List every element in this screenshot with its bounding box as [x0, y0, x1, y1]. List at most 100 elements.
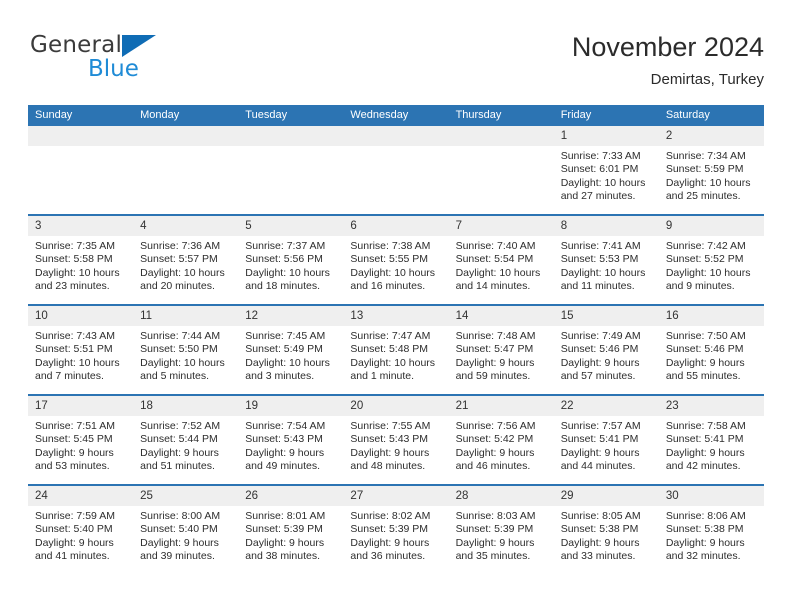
day-details: Sunrise: 8:05 AM Sunset: 5:38 PM Daylight:… — [554, 506, 659, 564]
sunrise-text: Sunrise: 7:42 AM — [665, 240, 746, 252]
calendar-day-cell[interactable]: 5 Sunrise: 7:37 AM Sunset: 5:56 PM Daylight… — [238, 214, 344, 305]
day-cell-inner — [133, 126, 239, 214]
calendar-day-cell[interactable]: 28 Sunrise: 8:03 AM Sunset: 5:39 PM Dayligh… — [448, 484, 554, 574]
day-number: 17 — [28, 396, 134, 416]
daylight-text: Daylight: 9 hours and 48 minutes. — [350, 446, 430, 473]
calendar-day-cell[interactable]: 25 Sunrise: 8:00 AM Sunset: 5:40 PM Dayligh… — [133, 484, 239, 574]
day-details: Sunrise: 7:38 AM Sunset: 5:55 PM Daylight:… — [343, 236, 448, 294]
day-details: Sunrise: 7:45 AM Sunset: 5:49 PM Daylight:… — [238, 326, 343, 384]
sunset-text: Sunset: 5:48 PM — [350, 343, 429, 356]
calendar-page: General Blue November 2024 Demirtas, Tur… — [0, 0, 792, 612]
day-number: 6 — [343, 216, 449, 236]
day-details: Sunrise: 7:50 AM Sunset: 5:46 PM Daylight:… — [659, 326, 764, 384]
sunrise-text: Sunrise: 8:02 AM — [350, 510, 431, 522]
sunset-text: Sunset: 5:41 PM — [665, 433, 744, 446]
calendar-day-cell[interactable]: 16 Sunrise: 7:50 AM Sunset: 5:46 PM Dayligh… — [658, 304, 764, 395]
day-number: 29 — [553, 486, 659, 506]
sunrise-text: Sunrise: 7:56 AM — [455, 420, 536, 432]
day-number: 13 — [343, 306, 449, 326]
day-details: Sunrise: 7:57 AM Sunset: 5:41 PM Daylight:… — [554, 416, 659, 474]
calendar-day-cell[interactable]: 19 Sunrise: 7:54 AM Sunset: 5:43 PM Dayligh… — [238, 394, 344, 485]
day-number: 9 — [658, 216, 764, 236]
calendar-day-cell[interactable]: 10 Sunrise: 7:43 AM Sunset: 5:51 PM Dayligh… — [28, 304, 134, 395]
calendar-day-cell[interactable]: 27 Sunrise: 8:02 AM Sunset: 5:39 PM Dayligh… — [343, 484, 449, 574]
day-number: 14 — [448, 306, 554, 326]
calendar-day-cell[interactable]: 8 Sunrise: 7:41 AM Sunset: 5:53 PM Daylight… — [553, 214, 659, 305]
sunrise-text: Sunrise: 7:52 AM — [140, 420, 221, 432]
calendar-day-cell[interactable]: 29 Sunrise: 8:05 AM Sunset: 5:38 PM Dayligh… — [553, 484, 659, 574]
day-number — [343, 126, 449, 146]
calendar-day-cell[interactable]: 18 Sunrise: 7:52 AM Sunset: 5:44 PM Dayligh… — [133, 394, 239, 485]
calendar-day-cell[interactable]: 26 Sunrise: 8:01 AM Sunset: 5:39 PM Dayligh… — [238, 484, 344, 574]
calendar-day-cell[interactable]: 24 Sunrise: 7:59 AM Sunset: 5:40 PM Dayligh… — [28, 484, 134, 574]
daylight-text: Daylight: 10 hours and 25 minutes. — [665, 176, 751, 203]
page-header: General Blue November 2024 Demirtas, Tur… — [28, 30, 764, 100]
weekday-header-tuesday: Tuesday — [238, 105, 344, 126]
day-cell-inner: 20 Sunrise: 7:55 AM Sunset: 5:43 PM Dayligh… — [343, 396, 449, 484]
daylight-text: Daylight: 9 hours and 41 minutes. — [35, 536, 114, 563]
sunset-text: Sunset: 5:47 PM — [455, 343, 534, 356]
day-cell-inner: 1 Sunrise: 7:33 AM Sunset: 6:01 PM Daylight… — [553, 126, 659, 214]
day-cell-inner: 2 Sunrise: 7:34 AM Sunset: 5:59 PM Daylight… — [658, 126, 764, 214]
calendar-day-cell[interactable]: 21 Sunrise: 7:56 AM Sunset: 5:42 PM Dayligh… — [448, 394, 554, 485]
daylight-text: Daylight: 10 hours and 3 minutes. — [245, 356, 330, 383]
day-cell-inner: 22 Sunrise: 7:57 AM Sunset: 5:41 PM Dayligh… — [553, 396, 659, 484]
calendar-day-cell[interactable]: 12 Sunrise: 7:45 AM Sunset: 5:49 PM Dayligh… — [238, 304, 344, 395]
day-number: 5 — [238, 216, 344, 236]
sunset-text: Sunset: 5:40 PM — [35, 523, 113, 536]
calendar-day-cell[interactable]: 1 Sunrise: 7:33 AM Sunset: 6:01 PM Daylight… — [553, 126, 659, 215]
brand-name-blue: Blue — [88, 56, 139, 82]
day-details: Sunrise: 7:49 AM Sunset: 5:46 PM Daylight:… — [554, 326, 659, 384]
day-cell-inner: 24 Sunrise: 7:59 AM Sunset: 5:40 PM Dayligh… — [28, 486, 134, 574]
calendar-day-cell[interactable]: 4 Sunrise: 7:36 AM Sunset: 5:57 PM Daylight… — [133, 214, 239, 305]
day-cell-inner — [238, 126, 344, 214]
day-cell-inner: 6 Sunrise: 7:38 AM Sunset: 5:55 PM Daylight… — [343, 216, 449, 304]
daylight-text: Daylight: 10 hours and 23 minutes. — [35, 266, 120, 293]
sunrise-text: Sunrise: 7:40 AM — [455, 240, 536, 252]
sunset-text: Sunset: 5:39 PM — [350, 523, 429, 536]
brand-logo[interactable]: General Blue — [28, 30, 228, 86]
calendar-day-cell[interactable]: 2 Sunrise: 7:34 AM Sunset: 5:59 PM Daylight… — [658, 126, 764, 215]
daylight-text: Daylight: 10 hours and 9 minutes. — [665, 266, 751, 293]
day-number: 20 — [343, 396, 449, 416]
day-details: Sunrise: 8:03 AM Sunset: 5:39 PM Daylight:… — [449, 506, 554, 564]
daylight-text: Daylight: 10 hours and 14 minutes. — [455, 266, 541, 293]
weekday-header-friday: Friday — [553, 105, 659, 126]
calendar-day-cell[interactable]: 7 Sunrise: 7:40 AM Sunset: 5:54 PM Daylight… — [448, 214, 554, 305]
calendar-day-cell[interactable]: 11 Sunrise: 7:44 AM Sunset: 5:50 PM Dayligh… — [133, 304, 239, 395]
calendar-day-cell[interactable]: 13 Sunrise: 7:47 AM Sunset: 5:48 PM Dayligh… — [343, 304, 449, 395]
day-number: 15 — [553, 306, 659, 326]
sunset-text: Sunset: 5:46 PM — [560, 343, 639, 356]
calendar-day-cell[interactable]: 3 Sunrise: 7:35 AM Sunset: 5:58 PM Daylight… — [28, 214, 134, 305]
weekday-header-saturday: Saturday — [658, 105, 764, 126]
day-details: Sunrise: 8:02 AM Sunset: 5:39 PM Daylight:… — [343, 506, 448, 564]
daylight-text: Daylight: 10 hours and 27 minutes. — [560, 176, 646, 203]
calendar-empty-cell — [133, 126, 239, 215]
daylight-text: Daylight: 9 hours and 53 minutes. — [35, 446, 114, 473]
day-number: 16 — [658, 306, 764, 326]
calendar-day-cell[interactable]: 6 Sunrise: 7:38 AM Sunset: 5:55 PM Daylight… — [343, 214, 449, 305]
sunrise-text: Sunrise: 7:35 AM — [35, 240, 115, 252]
calendar-day-cell[interactable]: 30 Sunrise: 8:06 AM Sunset: 5:38 PM Dayligh… — [658, 484, 764, 574]
calendar-day-cell[interactable]: 15 Sunrise: 7:49 AM Sunset: 5:46 PM Dayligh… — [553, 304, 659, 395]
sunrise-text: Sunrise: 7:48 AM — [455, 330, 536, 342]
daylight-text: Daylight: 9 hours and 55 minutes. — [665, 356, 745, 383]
day-cell-inner: 25 Sunrise: 8:00 AM Sunset: 5:40 PM Dayligh… — [133, 486, 239, 574]
calendar-day-cell[interactable]: 23 Sunrise: 7:58 AM Sunset: 5:41 PM Dayligh… — [658, 394, 764, 485]
daylight-text: Daylight: 9 hours and 57 minutes. — [560, 356, 640, 383]
calendar-day-cell[interactable]: 14 Sunrise: 7:48 AM Sunset: 5:47 PM Dayligh… — [448, 304, 554, 395]
day-details: Sunrise: 7:43 AM Sunset: 5:51 PM Daylight:… — [28, 326, 133, 384]
calendar-day-cell[interactable]: 17 Sunrise: 7:51 AM Sunset: 5:45 PM Dayligh… — [28, 394, 134, 485]
weekday-header-sunday: Sunday — [28, 105, 134, 126]
calendar-empty-cell — [28, 126, 134, 215]
day-cell-inner: 27 Sunrise: 8:02 AM Sunset: 5:39 PM Dayligh… — [343, 486, 449, 574]
calendar-day-cell[interactable]: 22 Sunrise: 7:57 AM Sunset: 5:41 PM Dayligh… — [553, 394, 659, 485]
sunrise-text: Sunrise: 7:50 AM — [665, 330, 746, 342]
calendar-day-cell[interactable]: 9 Sunrise: 7:42 AM Sunset: 5:52 PM Daylight… — [658, 214, 764, 305]
day-details: Sunrise: 7:44 AM Sunset: 5:50 PM Daylight:… — [133, 326, 238, 384]
day-details: Sunrise: 7:35 AM Sunset: 5:58 PM Daylight:… — [28, 236, 133, 294]
calendar-day-cell[interactable]: 20 Sunrise: 7:55 AM Sunset: 5:43 PM Dayligh… — [343, 394, 449, 485]
sunrise-text: Sunrise: 8:06 AM — [665, 510, 746, 522]
day-details: Sunrise: 8:00 AM Sunset: 5:40 PM Daylight:… — [133, 506, 238, 564]
sunset-text: Sunset: 5:46 PM — [665, 343, 744, 356]
